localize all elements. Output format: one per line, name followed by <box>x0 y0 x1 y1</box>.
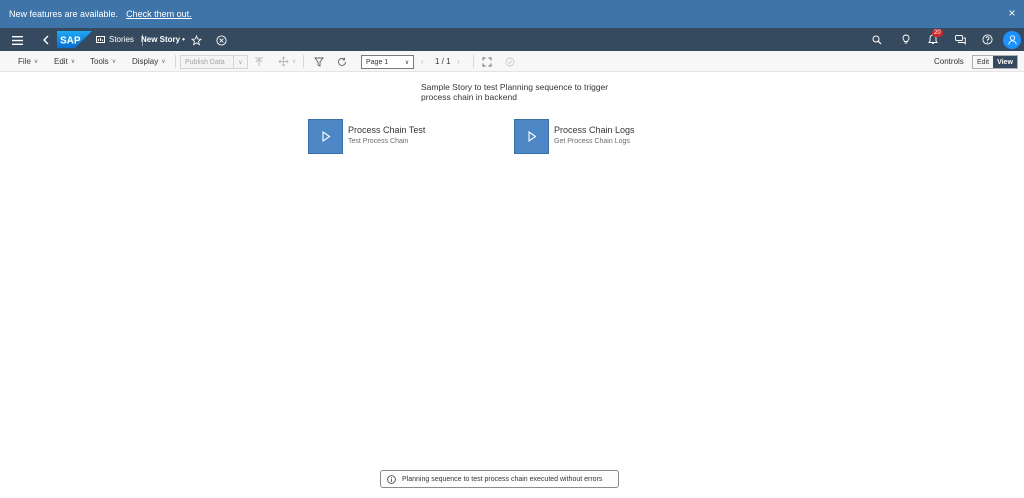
filter-icon[interactable] <box>314 51 324 72</box>
message-toast: Planning sequence to test process chain … <box>380 470 619 488</box>
banner-message: New features are available. <box>9 9 119 19</box>
sap-logo-text: SAP <box>60 36 81 47</box>
divider <box>473 55 474 68</box>
page-select[interactable]: Page 1 ∨ <box>361 55 414 69</box>
move-icon[interactable]: ∨ <box>278 51 296 72</box>
publish-data-button[interactable]: Publish Data ∨ <box>180 55 248 69</box>
chevron-down-icon: ∨ <box>33 59 39 65</box>
close-story-icon[interactable] <box>212 31 230 49</box>
menu-icon[interactable] <box>8 31 26 49</box>
user-avatar-icon[interactable] <box>1003 30 1021 49</box>
divider <box>303 55 304 68</box>
publish-data-label: Publish Data <box>181 56 234 68</box>
shell-bar: SAP Stories New Story • 20 <box>0 28 1024 51</box>
shell-actions: 20 <box>865 28 1024 51</box>
tile-title: Process Chain Logs <box>554 125 635 135</box>
chevron-down-icon: ∨ <box>161 59 166 65</box>
sap-logo[interactable]: SAP <box>57 31 92 48</box>
tile-subtitle: Test Process Chain <box>348 138 409 145</box>
process-chain-logs-tile[interactable]: Process Chain Logs Get Process Chain Log… <box>514 119 635 155</box>
edit-menu[interactable]: Edit ∨ <box>54 51 75 72</box>
display-menu[interactable]: Display ∨ <box>132 51 166 72</box>
process-chain-test-button[interactable] <box>308 119 343 154</box>
chevron-down-icon: ∨ <box>111 59 117 65</box>
tools-menu[interactable]: Tools ∨ <box>90 51 116 72</box>
chevron-down-icon: ∨ <box>238 59 243 66</box>
search-icon[interactable] <box>868 31 886 49</box>
chat-icon[interactable] <box>951 31 969 49</box>
page-select-value: Page 1 <box>366 58 389 66</box>
tools-menu-label: Tools <box>90 57 109 66</box>
stories-icon <box>96 35 105 43</box>
file-menu[interactable]: File ∨ <box>18 51 38 72</box>
chevron-down-icon: ∨ <box>292 59 297 65</box>
edit-menu-label: Edit <box>54 57 68 66</box>
back-icon[interactable] <box>36 31 54 49</box>
info-icon <box>387 474 396 484</box>
help-icon[interactable] <box>978 31 996 49</box>
toast-message: Planning sequence to test process chain … <box>402 475 603 483</box>
chevron-down-icon: ∨ <box>70 59 76 65</box>
stories-label: Stories <box>109 35 134 44</box>
refresh-icon[interactable] <box>337 51 347 72</box>
info-banner: New features are available. Check them o… <box>0 0 1024 28</box>
notification-badge: 20 <box>932 28 943 37</box>
divider <box>175 55 176 68</box>
previous-page-icon[interactable]: ‹ <box>421 51 424 72</box>
process-chain-test-tile[interactable]: Process Chain Test Test Process Chain <box>308 119 425 155</box>
display-menu-label: Display <box>132 57 159 66</box>
lightbulb-icon[interactable] <box>897 31 915 49</box>
edit-view-toggle: Edit View <box>972 55 1018 69</box>
controls-button[interactable]: Controls <box>934 51 964 72</box>
prioritize-icon[interactable] <box>254 51 264 72</box>
validate-icon[interactable] <box>505 51 515 72</box>
story-modified-indicator: • <box>182 35 185 44</box>
banner-close-icon[interactable]: × <box>1004 5 1020 21</box>
edit-mode-button[interactable]: Edit <box>973 56 993 68</box>
file-menu-label: File <box>18 57 31 66</box>
notifications-icon[interactable]: 20 <box>924 28 943 49</box>
stories-link[interactable]: Stories <box>96 31 143 48</box>
favorite-star-icon[interactable] <box>187 31 205 49</box>
page-count: 1 / 1 <box>435 57 451 66</box>
next-page-icon[interactable]: › <box>457 51 460 72</box>
story-title[interactable]: New Story • <box>141 31 185 48</box>
check-them-out-link[interactable]: Check them out. <box>126 9 192 19</box>
view-mode-button[interactable]: View <box>993 56 1017 68</box>
process-chain-logs-button[interactable] <box>514 119 549 154</box>
fullscreen-icon[interactable] <box>482 51 492 72</box>
chevron-down-icon: ∨ <box>404 59 410 66</box>
story-description: Sample Story to test Planning sequence t… <box>421 82 609 102</box>
story-toolbar: File ∨ Edit ∨ Tools ∨ Display ∨ Publish Data… <box>0 51 1024 72</box>
play-icon <box>527 131 536 142</box>
tile-title: Process Chain Test <box>348 125 426 135</box>
story-name: New Story <box>141 35 181 44</box>
tile-subtitle: Get Process Chain Logs <box>554 138 630 145</box>
play-icon <box>321 131 330 142</box>
